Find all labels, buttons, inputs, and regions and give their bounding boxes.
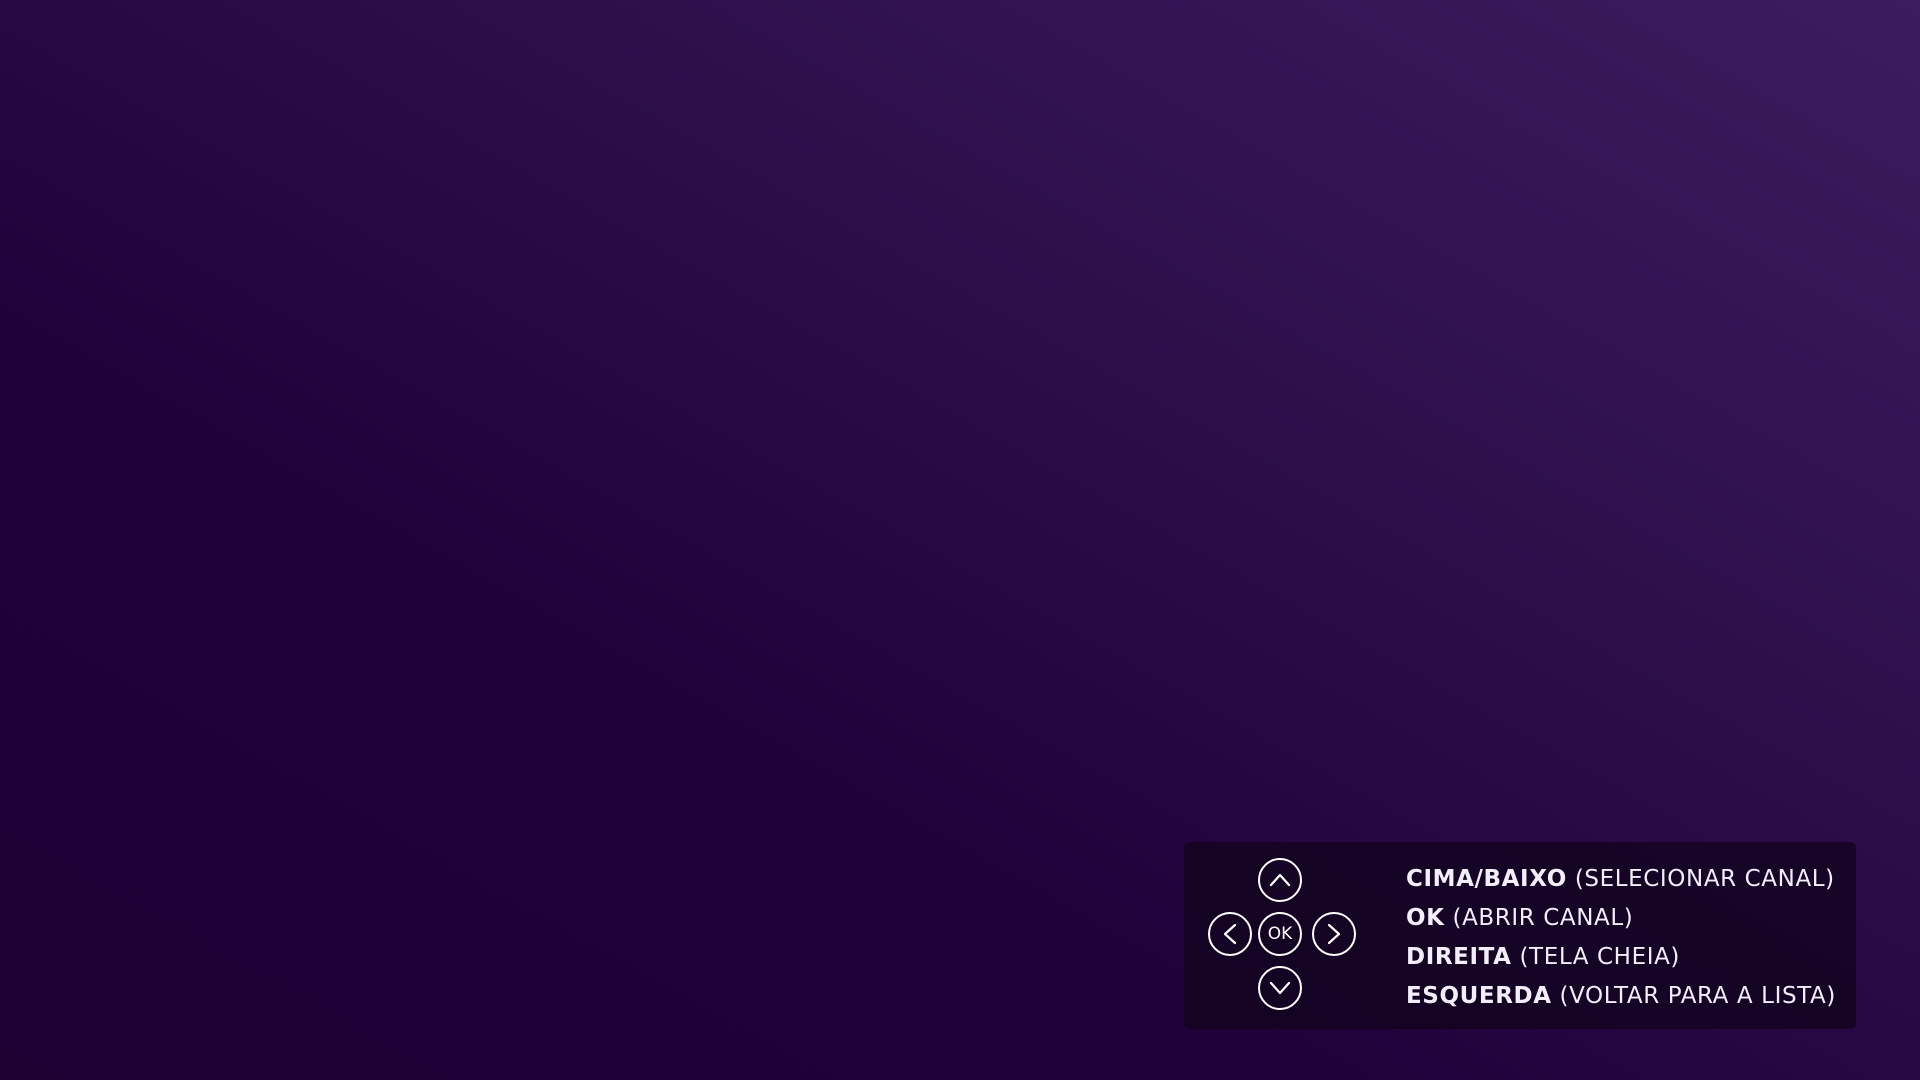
legend-key: OK bbox=[1406, 905, 1445, 931]
legend-description: (SELECIONAR CANAL) bbox=[1574, 866, 1835, 892]
remote-help-panel: OK CIMA/BAIXO (SELECIONAR CANAL) OK (ABR… bbox=[1184, 842, 1856, 1029]
legend-key: CIMA/BAIXO bbox=[1406, 866, 1567, 892]
legend-key: DIREITA bbox=[1406, 944, 1512, 970]
legend-description: (TELA CHEIA) bbox=[1519, 944, 1680, 970]
legend-description: (VOLTAR PARA A LISTA) bbox=[1559, 983, 1836, 1009]
legend-key: ESQUERDA bbox=[1406, 983, 1552, 1009]
legend-item-right: DIREITA (TELA CHEIA) bbox=[1406, 938, 1836, 977]
control-legend: CIMA/BAIXO (SELECIONAR CANAL) OK (ABRIR … bbox=[1406, 860, 1836, 1016]
legend-item-ok: OK (ABRIR CANAL) bbox=[1406, 899, 1836, 938]
dpad-diagram: OK bbox=[1208, 858, 1368, 1016]
chevron-up-icon bbox=[1258, 858, 1302, 902]
ok-button-icon: OK bbox=[1258, 912, 1302, 956]
legend-item-left: ESQUERDA (VOLTAR PARA A LISTA) bbox=[1406, 977, 1836, 1016]
legend-item-up-down: CIMA/BAIXO (SELECIONAR CANAL) bbox=[1406, 860, 1836, 899]
chevron-left-icon bbox=[1208, 912, 1252, 956]
legend-description: (ABRIR CANAL) bbox=[1452, 905, 1634, 931]
chevron-down-icon bbox=[1258, 966, 1302, 1010]
chevron-right-icon bbox=[1312, 912, 1356, 956]
ok-icon-label: OK bbox=[1267, 923, 1293, 944]
player-screen: OK CIMA/BAIXO (SELECIONAR CANAL) OK (ABR… bbox=[0, 0, 1920, 1080]
